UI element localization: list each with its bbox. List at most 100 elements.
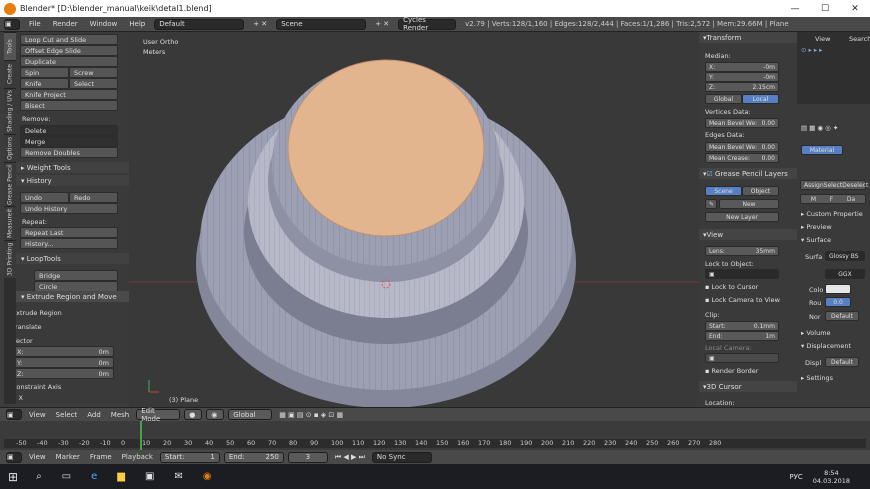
- shader-selector[interactable]: Glossy BS: [825, 251, 865, 261]
- select-menu[interactable]: Select: [53, 411, 81, 419]
- distribution-selector[interactable]: GGX: [825, 269, 865, 279]
- lock-object-field[interactable]: ▣: [705, 269, 779, 279]
- constraint-x-checkbox[interactable]: ▪ X: [16, 394, 23, 402]
- mode-selector[interactable]: Edit Mode: [136, 407, 181, 423]
- tab-grease-pencil[interactable]: Grease Pencil: [4, 162, 16, 206]
- gp-new-button[interactable]: New: [719, 199, 779, 209]
- preview-header[interactable]: ▸ Preview: [801, 223, 832, 231]
- knife-select-button[interactable]: Select: [69, 78, 118, 89]
- end-frame-field[interactable]: End: 250: [223, 451, 284, 463]
- median-x-field[interactable]: X: -0m: [705, 62, 779, 72]
- tab-options[interactable]: Options: [4, 134, 16, 162]
- redo-button[interactable]: Redo: [69, 192, 118, 203]
- color-swatch[interactable]: [825, 284, 851, 294]
- language-indicator[interactable]: РУС: [789, 473, 802, 481]
- vector-x-field[interactable]: X: 0m: [16, 346, 114, 357]
- transform-header[interactable]: ▾ Transform: [699, 32, 797, 43]
- vertex-bevel-weight-field[interactable]: Mean Bevel We: 0.00: [705, 118, 779, 128]
- screw-button[interactable]: Screw: [69, 67, 118, 78]
- 3d-cursor-header[interactable]: ▾ 3D Cursor: [699, 381, 797, 392]
- clip-start-field[interactable]: Start: 0.1mm: [705, 321, 779, 331]
- file-explorer-icon[interactable]: ▆: [117, 471, 125, 482]
- layout-add-icon[interactable]: + ✕: [250, 20, 270, 28]
- marker-menu[interactable]: Marker: [53, 453, 83, 461]
- weight-tools-header[interactable]: ▸ Weight Tools: [16, 162, 129, 173]
- deselect-button[interactable]: Deselect: [842, 182, 868, 189]
- 3d-viewport[interactable]: User Ortho Meters (3) Plane: [129, 32, 699, 407]
- material-datablock-row[interactable]: M F Da: [800, 194, 866, 204]
- scene-tree-icon[interactable]: ⊙ ▸ ▸ ▸: [801, 46, 822, 54]
- sync-selector[interactable]: No Sync: [371, 451, 432, 463]
- playback-controls-icon[interactable]: ⏮ ◀ ▶ ⏭: [332, 453, 368, 462]
- start-menu-icon[interactable]: ⊞: [8, 470, 18, 484]
- new-layer-button[interactable]: New Layer: [705, 212, 779, 222]
- shading-selector[interactable]: ●: [184, 409, 203, 420]
- loop-cut-button[interactable]: Loop Cut and Slide: [20, 34, 118, 45]
- add-menu[interactable]: Add: [84, 411, 104, 419]
- bridge-button[interactable]: Bridge: [34, 270, 118, 281]
- edge-bevel-weight-field[interactable]: Mean Bevel We: 0.00: [705, 142, 779, 152]
- maximize-button[interactable]: ☐: [810, 0, 840, 17]
- outliner-search-menu[interactable]: Search: [849, 35, 870, 43]
- surface-header[interactable]: ▾ Surface: [801, 236, 831, 244]
- displacement-field[interactable]: Default: [825, 357, 859, 367]
- mail-icon[interactable]: ✉: [174, 471, 182, 482]
- store-icon[interactable]: ▣: [145, 471, 154, 482]
- menu-help[interactable]: Help: [126, 20, 148, 28]
- remove-doubles-button[interactable]: Remove Doubles: [20, 147, 118, 158]
- clip-end-field[interactable]: End: 1m: [705, 331, 779, 341]
- scene-add-icon[interactable]: + ✕: [372, 20, 392, 28]
- tab-shading-uvs[interactable]: Shading / UVs: [4, 88, 16, 134]
- timeline-view-menu[interactable]: View: [26, 453, 49, 461]
- delete-dropdown[interactable]: Delete: [20, 125, 118, 136]
- render-engine-selector[interactable]: Cycles Render: [398, 16, 457, 32]
- blender-taskbar-icon[interactable]: ◉: [203, 471, 212, 482]
- pencil-icon[interactable]: ✎: [705, 199, 717, 209]
- manipulator-icons[interactable]: ▦ ▣ ▤ ⊙ ▪ ◈ ⊡ ▦: [276, 411, 346, 419]
- undo-button[interactable]: Undo: [20, 192, 69, 203]
- render-border-checkbox[interactable]: ▪ Render Border: [705, 367, 758, 375]
- tab-tools[interactable]: Tools: [4, 32, 16, 60]
- menu-render[interactable]: Render: [50, 20, 81, 28]
- search-icon[interactable]: ⌕: [36, 471, 42, 482]
- outliner-view-menu[interactable]: View: [815, 35, 830, 43]
- view-menu[interactable]: View: [26, 411, 49, 419]
- local-camera-field[interactable]: ▣: [705, 353, 779, 363]
- duplicate-button[interactable]: Duplicate: [20, 56, 118, 67]
- spin-button[interactable]: Spin: [20, 67, 69, 78]
- select-button[interactable]: Select: [824, 182, 843, 189]
- bisect-button[interactable]: Bisect: [20, 100, 118, 111]
- orientation-selector[interactable]: Global: [228, 409, 273, 420]
- timeline-editor-icon[interactable]: ▣: [6, 451, 22, 463]
- close-button[interactable]: ✕: [840, 0, 870, 17]
- menu-file[interactable]: File: [26, 20, 44, 28]
- tab-create[interactable]: Create: [4, 60, 16, 88]
- lock-camera-checkbox[interactable]: ▪ Lock Camera to View: [705, 296, 780, 304]
- normal-field[interactable]: Default: [825, 311, 859, 321]
- properties-tabs-icon[interactable]: ▤ ▦ ◉ ◎ ✦: [801, 124, 838, 132]
- clock[interactable]: 8:54 04.03.2018: [813, 469, 850, 485]
- gp-object-toggle[interactable]: Object: [742, 186, 779, 196]
- displacement-header[interactable]: ▾ Displacement: [801, 342, 851, 350]
- tab-measureit[interactable]: Measureit: [4, 206, 16, 240]
- local-toggle[interactable]: Local: [742, 94, 779, 104]
- scene-selector[interactable]: Scene: [276, 18, 367, 30]
- assign-button[interactable]: Assign: [804, 182, 824, 189]
- vector-z-field[interactable]: Z: 0m: [16, 368, 114, 379]
- median-z-field[interactable]: Z: 2.15cm: [705, 82, 779, 92]
- start-frame-field[interactable]: Start: 1: [159, 451, 220, 463]
- grease-pencil-checkbox[interactable]: ☑: [707, 170, 713, 178]
- roughness-field[interactable]: 0.0: [825, 297, 851, 307]
- current-frame-field[interactable]: 3: [287, 451, 328, 463]
- custom-properties-header[interactable]: ▸ Custom Propertie: [801, 210, 863, 218]
- knife-button[interactable]: Knife: [20, 78, 69, 89]
- grease-pencil-header[interactable]: ▾ ☑ Grease Pencil Layers: [699, 168, 797, 179]
- offset-edge-slide-button[interactable]: Offset Edge Slide: [20, 45, 118, 56]
- repeat-last-button[interactable]: Repeat Last: [20, 227, 118, 238]
- lens-field[interactable]: Lens: 35mm: [705, 246, 779, 256]
- history-header[interactable]: ▾ History: [16, 175, 129, 186]
- lock-cursor-checkbox[interactable]: ▪ Lock to Cursor: [705, 283, 758, 291]
- timeline[interactable]: -50 -40 -30 -20 -10 0 10 20 30 40 50 60 70 80 90 100 110…: [0, 421, 870, 450]
- history-dots-button[interactable]: History...: [20, 238, 118, 249]
- menu-window[interactable]: Window: [87, 20, 121, 28]
